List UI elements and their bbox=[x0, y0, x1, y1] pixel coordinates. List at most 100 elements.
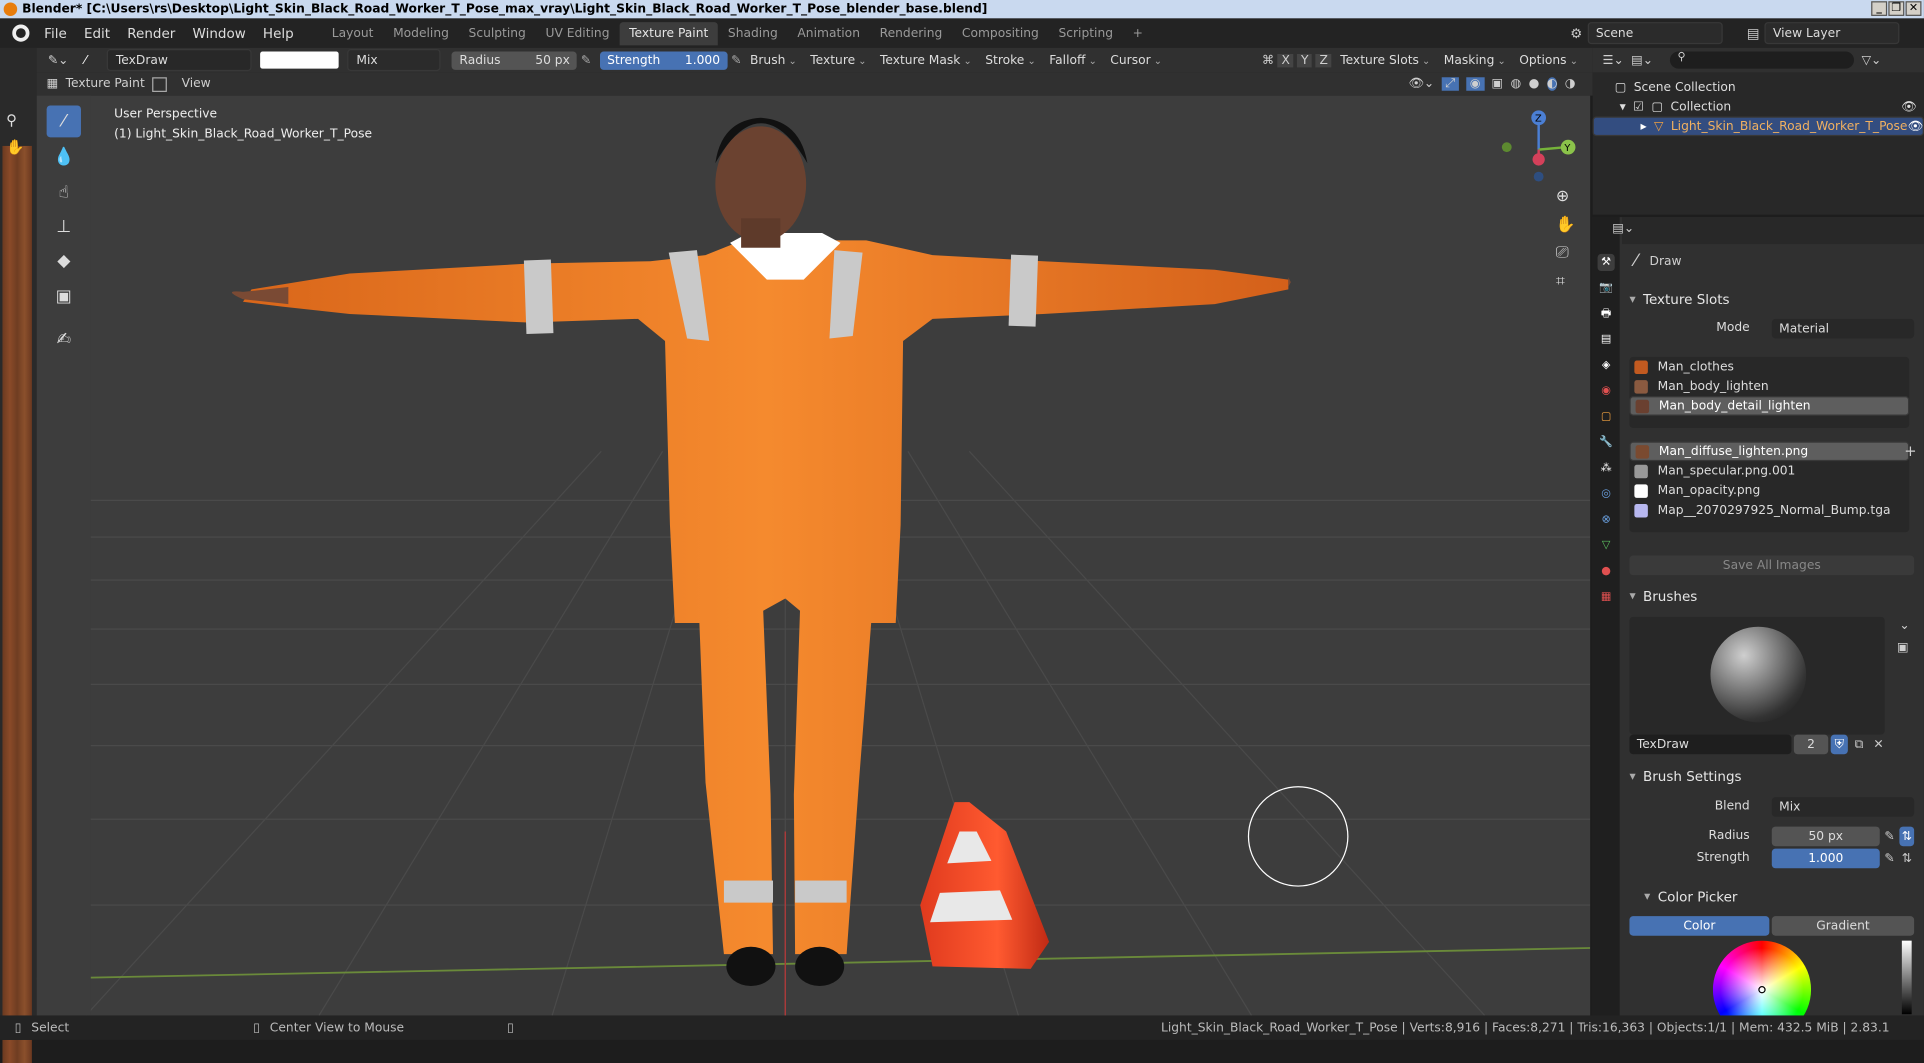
render-tab-icon[interactable]: 📷 bbox=[1598, 280, 1615, 297]
checkbox-icon[interactable]: ☑ bbox=[1633, 100, 1644, 113]
clone-tool-icon[interactable]: ⊥ bbox=[47, 211, 81, 243]
mask-tool-icon[interactable]: ▣ bbox=[47, 281, 81, 313]
eye-icon[interactable]: 👁 bbox=[1907, 120, 1923, 133]
soften-tool-icon[interactable]: 💧 bbox=[47, 141, 81, 173]
strength-field[interactable]: 1.000 bbox=[1771, 848, 1880, 869]
brush-settings-section[interactable]: Brush Settings bbox=[1622, 764, 1924, 789]
fake-user-icon[interactable]: ⛨ bbox=[1830, 734, 1848, 755]
editor-type-icon[interactable]: ▤⌄ bbox=[1612, 222, 1634, 235]
duplicate-brush-icon[interactable]: ⧉ bbox=[1850, 735, 1867, 755]
expand-arrow-icon[interactable]: ▸ bbox=[1640, 120, 1646, 133]
strength-field[interactable]: Strength 1.000 bbox=[599, 50, 728, 70]
annotate-tool-icon[interactable]: ✍ bbox=[47, 324, 81, 356]
cursor-menu[interactable]: Cursor bbox=[1105, 53, 1167, 66]
tab-compositing[interactable]: Compositing bbox=[952, 21, 1049, 44]
outliner-scene-collection[interactable]: ▢ Scene Collection bbox=[1593, 77, 1924, 97]
menu-window[interactable]: Window bbox=[184, 25, 254, 41]
brushes-section[interactable]: Brushes bbox=[1622, 584, 1924, 609]
tab-layout[interactable]: Layout bbox=[322, 21, 383, 44]
menu-help[interactable]: Help bbox=[254, 25, 302, 41]
modifier-tab-icon[interactable]: 🔧 bbox=[1598, 434, 1615, 451]
color-tab[interactable]: Color bbox=[1629, 916, 1770, 936]
shading-material-icon[interactable]: ◐ bbox=[1546, 77, 1558, 91]
mode-icon[interactable]: ▦ bbox=[47, 77, 59, 90]
navigation-gizmo[interactable]: ZY bbox=[1497, 105, 1583, 191]
xray-icon[interactable]: ▣ bbox=[1492, 77, 1504, 90]
tab-rendering[interactable]: Rendering bbox=[870, 21, 952, 44]
brush-preview-box[interactable] bbox=[1629, 616, 1885, 735]
view-layer-icon[interactable]: ▤ bbox=[1747, 25, 1760, 41]
brush-menu[interactable]: Brush bbox=[745, 53, 802, 66]
blender-logo-icon[interactable] bbox=[12, 24, 30, 42]
menu-file[interactable]: File bbox=[36, 25, 76, 41]
mask-toggle-icon[interactable] bbox=[152, 76, 167, 92]
filter-icon[interactable]: ▽⌄ bbox=[1862, 53, 1882, 66]
scene-icon[interactable]: ⚙ bbox=[1570, 25, 1582, 41]
radius-field[interactable]: Radius 50 px bbox=[452, 50, 578, 70]
menu-edit[interactable]: Edit bbox=[75, 25, 118, 41]
tab-sculpting[interactable]: Sculpting bbox=[459, 21, 536, 44]
color-picker-section[interactable]: Color Picker bbox=[1637, 884, 1924, 909]
brush-color-swatch[interactable] bbox=[260, 51, 340, 69]
scene-tab-icon[interactable]: ◈ bbox=[1598, 357, 1615, 374]
camera-icon[interactable]: ⎚ bbox=[1556, 244, 1576, 262]
view-menu[interactable]: View bbox=[182, 77, 211, 90]
value-slider[interactable] bbox=[1901, 940, 1912, 1015]
draw-tool-icon[interactable]: ⁄ bbox=[46, 105, 81, 138]
radius-pressure-icon[interactable]: ✎ bbox=[1882, 827, 1897, 847]
expand-arrow-icon[interactable]: ▾ bbox=[1620, 100, 1626, 113]
eye-icon[interactable]: 👁 bbox=[1901, 100, 1917, 113]
brush-custom-icon[interactable]: ▣ bbox=[1897, 641, 1909, 654]
tool-settings-icon[interactable]: ✎⌄ bbox=[48, 53, 69, 66]
save-all-images-button[interactable]: Save All Images bbox=[1629, 555, 1915, 576]
world-tab-icon[interactable]: ◉ bbox=[1598, 383, 1615, 400]
shading-solid-icon[interactable]: ● bbox=[1529, 77, 1540, 90]
outliner-search-icon[interactable]: ⚲ bbox=[1670, 51, 1855, 69]
material-slot-item[interactable]: Man_body_lighten bbox=[1629, 377, 1909, 397]
add-workspace-icon[interactable]: + bbox=[1123, 21, 1153, 44]
unlink-brush-icon[interactable]: ✕ bbox=[1870, 735, 1887, 755]
tool-tab-icon[interactable]: ⚒ bbox=[1597, 253, 1615, 272]
mirror-x-toggle[interactable]: X bbox=[1277, 53, 1294, 67]
image-slot-item[interactable]: Map__2070297925_Normal_Bump.tga bbox=[1629, 500, 1909, 520]
image-slot-item[interactable]: Man_diffuse_lighten.png bbox=[1629, 441, 1910, 462]
annotate-icon[interactable]: ⚲ bbox=[6, 112, 17, 129]
zoom-icon[interactable]: ⊕ bbox=[1556, 188, 1576, 206]
physics-tab-icon[interactable]: ◎ bbox=[1598, 486, 1615, 503]
smear-tool-icon[interactable]: ☝ bbox=[47, 177, 81, 209]
tab-animation[interactable]: Animation bbox=[788, 21, 870, 44]
strength-unified-icon[interactable]: ⇅ bbox=[1899, 849, 1914, 869]
display-mode-icon[interactable]: ▤⌄ bbox=[1631, 53, 1653, 66]
view-layer-selector[interactable]: View Layer bbox=[1764, 22, 1900, 45]
outliner-editor-icon[interactable]: ☰⌄ bbox=[1602, 53, 1623, 66]
strength-pressure-icon[interactable]: ✎ bbox=[1882, 849, 1897, 869]
texture-mask-menu[interactable]: Texture Mask bbox=[875, 53, 977, 66]
overlay-toggle-icon[interactable]: ◉ bbox=[1466, 77, 1485, 91]
options-menu[interactable]: Options bbox=[1514, 53, 1583, 66]
strength-pressure-icon[interactable]: ✎ bbox=[731, 53, 741, 66]
image-slot-item[interactable]: Man_specular.png.001 bbox=[1629, 461, 1909, 481]
minimize-button[interactable]: _ bbox=[1871, 1, 1888, 16]
radius-pressure-icon[interactable]: ✎ bbox=[581, 53, 591, 66]
stroke-menu[interactable]: Stroke bbox=[980, 53, 1040, 66]
brush-name-field[interactable]: TexDraw bbox=[107, 49, 253, 72]
tab-texture-paint[interactable]: Texture Paint bbox=[619, 21, 719, 45]
constraints-tab-icon[interactable]: ⊗ bbox=[1598, 511, 1615, 528]
masking-menu[interactable]: Masking bbox=[1439, 53, 1511, 66]
radius-field[interactable]: 50 px bbox=[1771, 826, 1880, 847]
radius-unified-icon[interactable]: ⇅ bbox=[1899, 826, 1915, 847]
texture-menu[interactable]: Texture bbox=[805, 53, 871, 66]
texture-slots-section[interactable]: Texture Slots bbox=[1622, 287, 1924, 312]
3d-viewport[interactable]: User Perspective (1) Light_Skin_Black_Roa… bbox=[36, 95, 1591, 1016]
mode-selector[interactable]: Texture Paint bbox=[66, 77, 145, 90]
shading-wireframe-icon[interactable]: ◍ bbox=[1511, 77, 1522, 90]
mirror-z-toggle[interactable]: Z bbox=[1315, 53, 1332, 67]
tab-modeling[interactable]: Modeling bbox=[383, 21, 458, 44]
fill-tool-icon[interactable]: ◆ bbox=[47, 245, 81, 277]
gradient-tab[interactable]: Gradient bbox=[1771, 916, 1915, 936]
mirror-y-toggle[interactable]: Y bbox=[1297, 53, 1313, 67]
texture-slots-menu[interactable]: Texture Slots bbox=[1335, 53, 1435, 66]
output-tab-icon[interactable]: 🖶 bbox=[1598, 305, 1615, 322]
pan-hand-icon[interactable]: ✋ bbox=[1556, 216, 1576, 234]
gizmo-toggle-icon[interactable]: ⤢ bbox=[1441, 77, 1459, 91]
